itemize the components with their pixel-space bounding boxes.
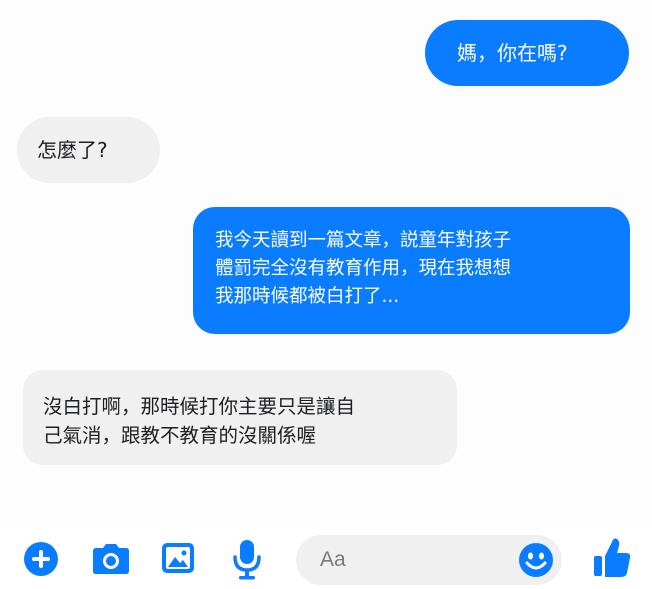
plus-icon[interactable]: [24, 542, 58, 576]
message-bubble-incoming[interactable]: 怎麼了?: [17, 117, 160, 183]
message-line: 我那時候都被白打了...: [215, 286, 400, 307]
chat-thread: 媽，你在嗎? 怎麼了? 我今天讀到一篇文章，説童年對孩子 體罰完全沒有教育作用，…: [0, 0, 652, 522]
message-text: 怎麼了?: [37, 138, 108, 162]
message-bubble-incoming[interactable]: 沒白打啊，那時候打你主要只是讓自 己氣消，跟教不教育的沒關係喔: [23, 370, 457, 465]
image-icon[interactable]: [160, 540, 196, 576]
message-text: 媽，你在嗎?: [457, 41, 568, 65]
message-line: 我今天讀到一篇文章，説童年對孩子: [215, 230, 512, 251]
message-line: 體罰完全沒有教育作用，現在我想想: [215, 258, 512, 279]
message-bubble-outgoing[interactable]: 媽，你在嗎?: [425, 20, 629, 86]
message-input-placeholder: Aa: [320, 548, 346, 571]
camera-icon[interactable]: [90, 542, 132, 576]
message-line: 己氣消，跟教不教育的沒關係喔: [43, 424, 317, 447]
message-bubble-outgoing[interactable]: 我今天讀到一篇文章，説童年對孩子 體罰完全沒有教育作用，現在我想想 我那時候都被…: [193, 207, 630, 334]
microphone-icon[interactable]: [230, 538, 264, 580]
thumbs-up-icon[interactable]: [592, 536, 632, 580]
emoji-icon[interactable]: [518, 542, 554, 578]
message-line: 沒白打啊，那時候打你主要只是讓自: [43, 395, 356, 418]
